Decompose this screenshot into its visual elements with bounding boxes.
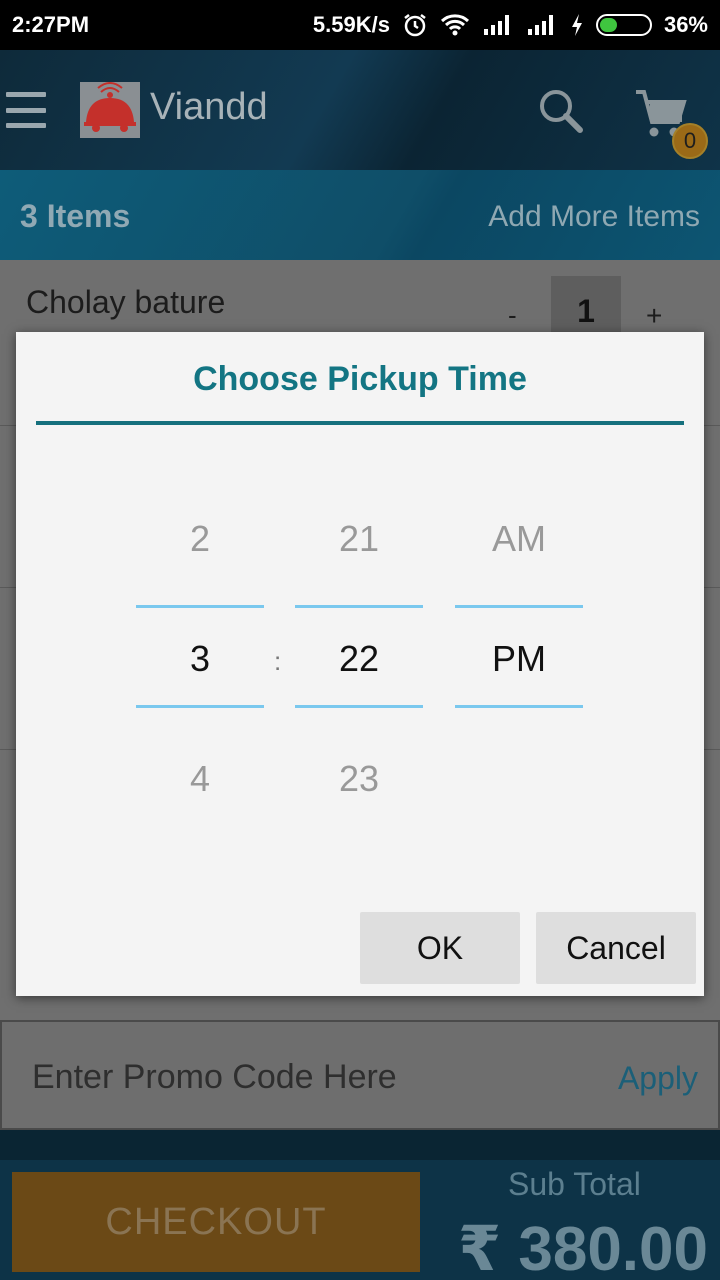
- promo-code-input[interactable]: Enter Promo Code Here: [32, 1058, 397, 1097]
- wifi-icon: [440, 13, 470, 37]
- time-separator: :: [274, 646, 282, 676]
- apply-promo-button[interactable]: Apply: [618, 1060, 698, 1097]
- items-header: 3 Items Add More Items: [0, 170, 720, 260]
- battery-level: [599, 18, 618, 32]
- minute-picker[interactable]: 21 22 23: [295, 332, 423, 832]
- battery-icon: [595, 14, 652, 36]
- app-title: Viandd: [150, 86, 268, 128]
- decrease-quantity-button[interactable]: -: [508, 300, 517, 331]
- items-count: 3 Items: [20, 198, 131, 234]
- ampm-selection-line-bottom: [455, 705, 583, 708]
- minute-next[interactable]: 23: [295, 758, 423, 800]
- minute-selected[interactable]: 22: [295, 638, 423, 680]
- status-icons: 5.59K/s 36%: [313, 12, 708, 38]
- subtotal-label: Sub Total: [508, 1166, 641, 1202]
- charging-icon: [570, 13, 584, 37]
- alarm-icon: [402, 12, 428, 38]
- hour-selection-line-bottom: [136, 705, 264, 708]
- ampm-selection-line-top: [455, 605, 583, 608]
- search-icon[interactable]: [536, 86, 586, 136]
- status-time: 2:27PM: [12, 12, 90, 37]
- app-logo: [80, 82, 140, 138]
- minute-selection-line-top: [295, 605, 423, 608]
- add-more-items-link[interactable]: Add More Items: [488, 200, 700, 234]
- promo-bar: Enter Promo Code Here Apply: [0, 1020, 720, 1130]
- minute-prev[interactable]: 21: [295, 518, 423, 560]
- hour-prev[interactable]: 2: [136, 518, 264, 560]
- hour-picker[interactable]: 2 3 4: [136, 332, 264, 832]
- signal-icon-2: [526, 13, 558, 37]
- cancel-button[interactable]: Cancel: [536, 912, 696, 984]
- minute-selection-line-bottom: [295, 705, 423, 708]
- signal-icon: [482, 13, 514, 37]
- subtotal-value: ₹ 380.00: [458, 1215, 708, 1280]
- checkout-button[interactable]: CHECKOUT: [12, 1172, 420, 1272]
- menu-icon[interactable]: [6, 92, 46, 128]
- app-bar: Viandd: [0, 50, 720, 170]
- battery-percent: 36%: [663, 12, 708, 37]
- network-speed: 5.59K/s: [312, 12, 390, 37]
- ampm-selected[interactable]: PM: [455, 638, 583, 680]
- hour-selection-line-top: [136, 605, 264, 608]
- item-name: Cholay bature: [26, 284, 226, 320]
- ok-button[interactable]: OK: [360, 912, 520, 984]
- ampm-picker[interactable]: AM PM: [455, 332, 583, 832]
- pickup-time-dialog: Choose Pickup Time 2 3 4 : 21 22 23 AM P…: [16, 332, 704, 996]
- hour-selected[interactable]: 3: [136, 638, 264, 680]
- divider-band: [0, 1130, 720, 1160]
- cart-count-badge: 0: [672, 123, 708, 159]
- status-bar: 2:27PM 5.59K/s 36%: [0, 0, 720, 50]
- bottom-bar: CHECKOUT Sub Total ₹ 380.00: [0, 1160, 720, 1280]
- hour-next[interactable]: 4: [136, 758, 264, 800]
- ampm-prev[interactable]: AM: [455, 518, 583, 560]
- increase-quantity-button[interactable]: +: [646, 300, 662, 332]
